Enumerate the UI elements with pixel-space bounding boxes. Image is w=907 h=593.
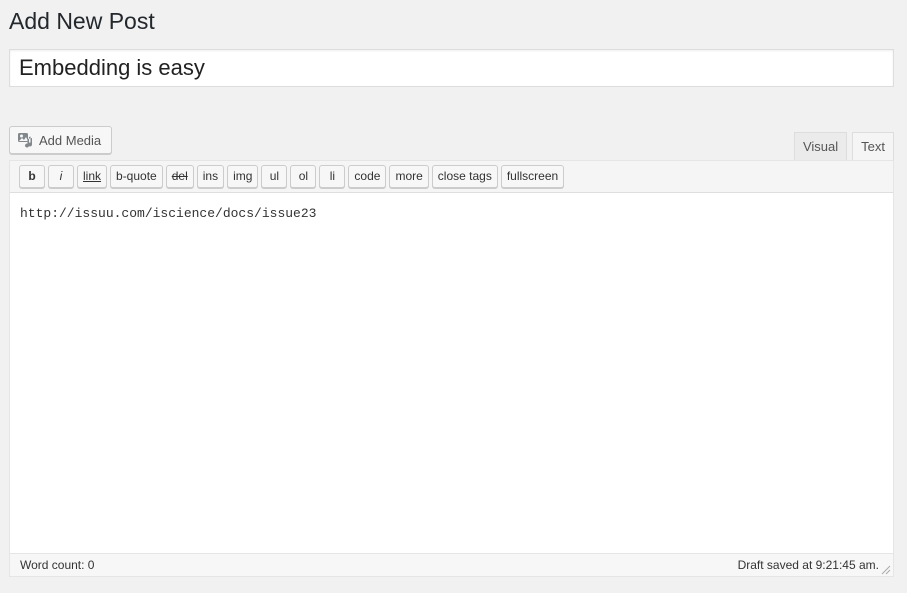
word-count: Word count: 0	[20, 558, 95, 572]
add-media-button[interactable]: Add Media	[9, 126, 112, 154]
editor-container: b i link b-quote del ins img ul ol li co…	[9, 160, 894, 577]
editor-tabs: Visual Text	[793, 132, 894, 161]
img-button[interactable]: img	[227, 165, 259, 188]
resize-handle-icon[interactable]	[879, 562, 891, 575]
add-media-label: Add Media	[39, 132, 102, 148]
draft-saved-status: Draft saved at 9:21:45 am.	[737, 558, 879, 572]
quicktags-toolbar: b i link b-quote del ins img ul ol li co…	[10, 161, 893, 193]
close-tags-button[interactable]: close tags	[431, 165, 498, 188]
content-textarea[interactable]: http://issuu.com/iscience/docs/issue23	[10, 193, 893, 553]
post-title-input[interactable]: Embedding is easy	[9, 49, 894, 87]
media-icon	[17, 132, 35, 148]
page-title: Add New Post	[9, 8, 155, 34]
more-button[interactable]: more	[389, 165, 429, 188]
link-button[interactable]: link	[77, 165, 108, 188]
ul-button[interactable]: ul	[261, 165, 288, 188]
ol-button[interactable]: ol	[290, 165, 317, 188]
del-button[interactable]: del	[165, 165, 194, 188]
code-button[interactable]: code	[348, 165, 387, 188]
li-button[interactable]: li	[319, 165, 346, 188]
italic-button[interactable]: i	[48, 165, 74, 188]
status-bar: Word count: 0 Draft saved at 9:21:45 am.	[10, 553, 893, 576]
blockquote-button[interactable]: b-quote	[110, 165, 163, 188]
ins-button[interactable]: ins	[196, 165, 225, 188]
tab-visual[interactable]: Visual	[793, 132, 848, 160]
tab-text[interactable]: Text	[852, 132, 894, 161]
fullscreen-button[interactable]: fullscreen	[500, 165, 565, 188]
bold-button[interactable]: b	[19, 165, 45, 188]
